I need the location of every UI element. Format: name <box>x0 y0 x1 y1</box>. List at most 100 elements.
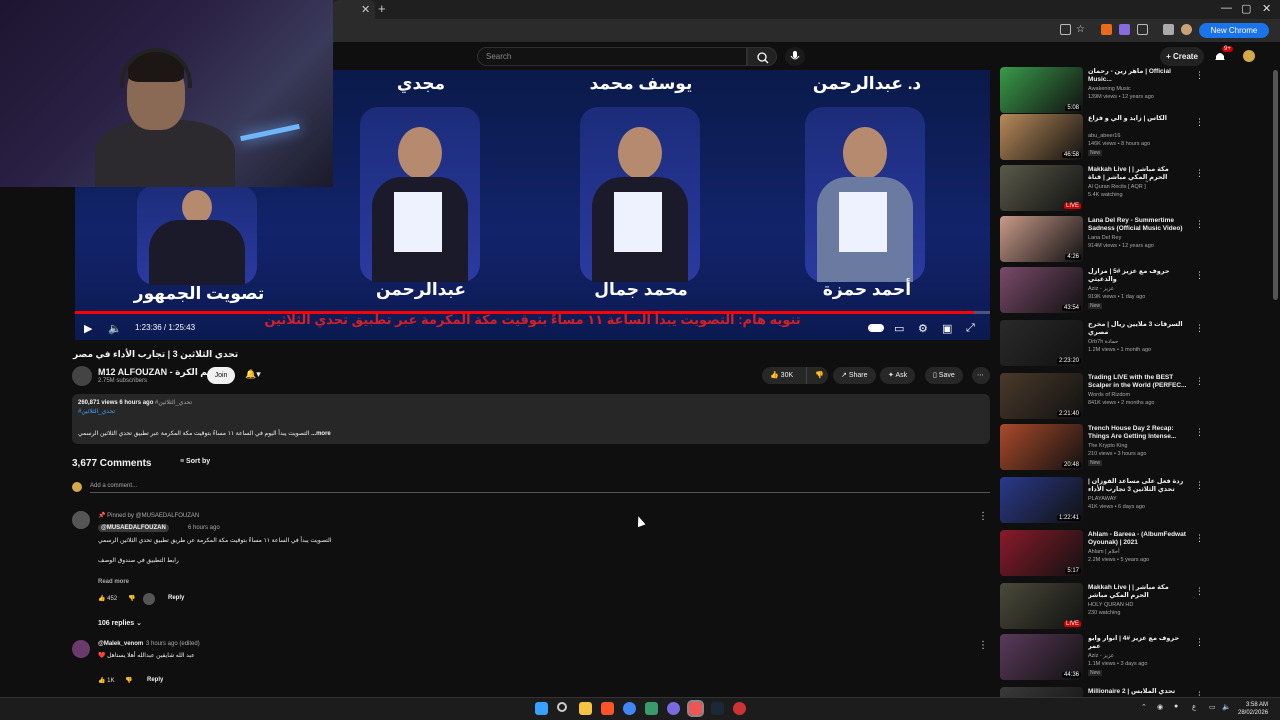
page-scrollbar[interactable] <box>1273 70 1278 300</box>
video-thumbnail[interactable]: 43:54 <box>1000 267 1083 313</box>
video-title[interactable]: Millionaire 2 | تحدي الملابس <box>1088 688 1188 696</box>
like-button[interactable]: 👍 30K <box>762 367 806 384</box>
hashtag[interactable]: #تحدي_الثلاثين <box>155 400 192 406</box>
video-title[interactable]: Makkah Live | مكة مباشر | الحرم المكي مب… <box>1088 584 1188 600</box>
video-title[interactable]: Makkah Live | مكة مباشر | الحرم المكي مب… <box>1088 166 1188 182</box>
more-options-icon[interactable]: ⋮ <box>1195 586 1204 597</box>
video-title[interactable]: Trench House Day 2 Recap: Things Are Get… <box>1088 425 1188 441</box>
reply-button[interactable]: Reply <box>168 595 184 601</box>
network-icon[interactable]: ▭ <box>1209 703 1216 711</box>
recommended-video[interactable]: 4:26 Lana Del Rey - Summertime Sadness (O… <box>1000 216 1270 264</box>
join-button[interactable]: Join <box>207 367 235 384</box>
recommended-video[interactable]: 1:22:41 ردة فعل على مساعد الفوزان | تحدي … <box>1000 477 1270 525</box>
video-thumbnail[interactable]: 4:26 <box>1000 216 1083 262</box>
maximize-icon[interactable]: ▢ <box>1241 2 1251 15</box>
comment-author[interactable]: @MUSAEDALFOUZAN <box>98 524 169 532</box>
channel-name[interactable]: M12 ALFOUZAN - عم الكرة <box>98 367 214 378</box>
new-chrome-available-button[interactable]: New Chrome available <box>1199 23 1269 50</box>
tray-app-icon[interactable]: ◉ <box>1157 703 1163 711</box>
save-button[interactable]: ▯ Save <box>925 367 963 384</box>
fullscreen-icon[interactable]: ⤢ <box>966 322 975 335</box>
hashtag-link[interactable]: #تحدي_الثلاثين <box>78 408 115 415</box>
comment-time[interactable]: 6 hours ago <box>188 525 220 531</box>
captions-icon[interactable]: ▭ <box>894 322 904 335</box>
extension-icon[interactable] <box>1163 24 1174 35</box>
close-window-icon[interactable]: ✕ <box>1262 2 1271 15</box>
more-options-icon[interactable]: ⋮ <box>1195 427 1204 438</box>
app-icon[interactable] <box>667 702 680 715</box>
channel-avatar[interactable] <box>72 366 92 386</box>
close-tab-icon[interactable]: ✕ <box>361 3 370 16</box>
video-title[interactable]: Lana Del Rey - Summertime Sadness (Offic… <box>1088 217 1188 233</box>
video-title[interactable]: السرقات 3 ملايين ريال | مخرج مصري <box>1088 321 1188 337</box>
app-icon[interactable] <box>733 702 746 715</box>
more-options-icon[interactable]: ⋮ <box>1195 270 1204 281</box>
comment-author[interactable]: @Malek_venom <box>98 641 143 647</box>
tray-app-icon[interactable]: ● <box>1174 703 1178 710</box>
comment-dislike-icon[interactable]: 👎 <box>128 595 135 602</box>
video-title[interactable]: ردة فعل على مساعد الفوزان | تحدي الثلاثي… <box>1088 478 1188 494</box>
file-explorer-icon[interactable] <box>579 702 592 715</box>
steam-icon[interactable] <box>711 702 724 715</box>
video-thumbnail[interactable]: 5:17 <box>1000 530 1083 576</box>
video-title[interactable]: حروف مع عزيز #4 | أنوار وابو عمر <box>1088 635 1188 651</box>
app-icon[interactable] <box>645 702 658 715</box>
profile-avatar[interactable] <box>1181 24 1192 35</box>
extensions-puzzle-icon[interactable] <box>1137 24 1148 35</box>
recommended-video[interactable]: 46:58 الكاس | زايد و الي و فزاع abu_abeer1… <box>1000 114 1270 162</box>
more-options-icon[interactable]: ⋮ <box>1195 168 1204 179</box>
more-actions-button[interactable]: ⋯ <box>972 367 990 384</box>
volume-icon[interactable]: 🔈 <box>108 322 122 335</box>
video-title[interactable]: الكاس | زايد و الي و فزاع <box>1088 115 1188 123</box>
language-icon[interactable]: ع <box>1192 703 1196 711</box>
recommended-video[interactable]: 20:48 Trench House Day 2 Recap: Things Ar… <box>1000 424 1270 472</box>
volume-icon[interactable]: 🔈 <box>1222 703 1231 711</box>
video-title[interactable]: Ahlam - Bareea - (AlbumFedwat Oyounak) |… <box>1088 531 1188 547</box>
reply-button[interactable]: Reply <box>147 677 163 683</box>
search-input[interactable]: Search <box>477 47 747 66</box>
comment-like-button[interactable]: 👍 452 <box>98 595 117 602</box>
video-thumbnail[interactable]: 20:48 <box>1000 424 1083 470</box>
comment-menu-icon[interactable]: ⋮ <box>978 640 988 651</box>
system-clock[interactable]: 3:58 AM 28/02/2026 <box>1238 701 1268 717</box>
windows-start-icon[interactable] <box>535 702 548 715</box>
more-options-icon[interactable]: ⋮ <box>1195 70 1204 81</box>
sort-by-button[interactable]: ≡ Sort by <box>180 458 210 465</box>
comment-menu-icon[interactable]: ⋮ <box>978 511 988 522</box>
chrome-icon[interactable] <box>623 702 636 715</box>
settings-gear-icon[interactable]: ⚙ <box>918 322 928 335</box>
subscribed-bell-icon[interactable]: 🔔▾ <box>245 369 261 380</box>
recommended-video[interactable]: 43:54 حروف مع عزيز #5 | مزازل والدغيثي Azi… <box>1000 267 1270 315</box>
extension-icon[interactable] <box>1101 24 1112 35</box>
more-options-icon[interactable]: ⋮ <box>1195 219 1204 230</box>
obs-icon[interactable] <box>687 700 704 717</box>
video-title[interactable]: ماهر زين - رحمان | Official Music... <box>1088 68 1188 84</box>
bookmark-star-icon[interactable]: ☆ <box>1076 24 1087 35</box>
recommended-video[interactable]: LIVE Makkah Live | مكة مباشر | الحرم المك… <box>1000 583 1270 631</box>
more-link[interactable]: ...more <box>311 431 331 437</box>
more-options-icon[interactable]: ⋮ <box>1195 480 1204 491</box>
video-title[interactable]: حروف مع عزيز #5 | مزازل والدغيثي <box>1088 268 1188 284</box>
description-box[interactable]: 260,871 views 6 hours ago #تحدي_الثلاثين… <box>72 394 990 444</box>
share-button[interactable]: ↗ Share <box>833 367 876 384</box>
recommended-video[interactable]: LIVE Makkah Live | مكة مباشر | الحرم المك… <box>1000 165 1270 213</box>
more-options-icon[interactable]: ⋮ <box>1195 376 1204 387</box>
minimize-icon[interactable]: — <box>1221 2 1232 14</box>
create-button[interactable]: + Create <box>1160 47 1204 66</box>
video-thumbnail[interactable]: LIVE <box>1000 165 1083 211</box>
ask-button[interactable]: ✦ Ask <box>880 367 916 384</box>
more-options-icon[interactable]: ⋮ <box>1195 533 1204 544</box>
recommended-video[interactable]: 5:17 Ahlam - Bareea - (AlbumFedwat Oyouna… <box>1000 530 1270 578</box>
comment-time[interactable]: 3 hours ago (edited) <box>146 641 200 647</box>
new-tab-icon[interactable]: + <box>378 1 386 16</box>
video-title[interactable]: Trading LIVE with the BEST Scalper in th… <box>1088 374 1188 390</box>
video-thumbnail[interactable]: 1:22:41 <box>1000 477 1083 523</box>
video-thumbnail[interactable]: 44:36 <box>1000 634 1083 680</box>
more-options-icon[interactable]: ⋮ <box>1195 323 1204 334</box>
extension-icon[interactable] <box>1119 24 1130 35</box>
comment-avatar[interactable] <box>72 511 90 529</box>
video-thumbnail[interactable]: 2:23:20 <box>1000 320 1083 366</box>
search-icon[interactable] <box>557 702 567 712</box>
video-thumbnail[interactable]: 5:08 <box>1000 67 1083 113</box>
account-avatar[interactable] <box>1243 50 1255 62</box>
